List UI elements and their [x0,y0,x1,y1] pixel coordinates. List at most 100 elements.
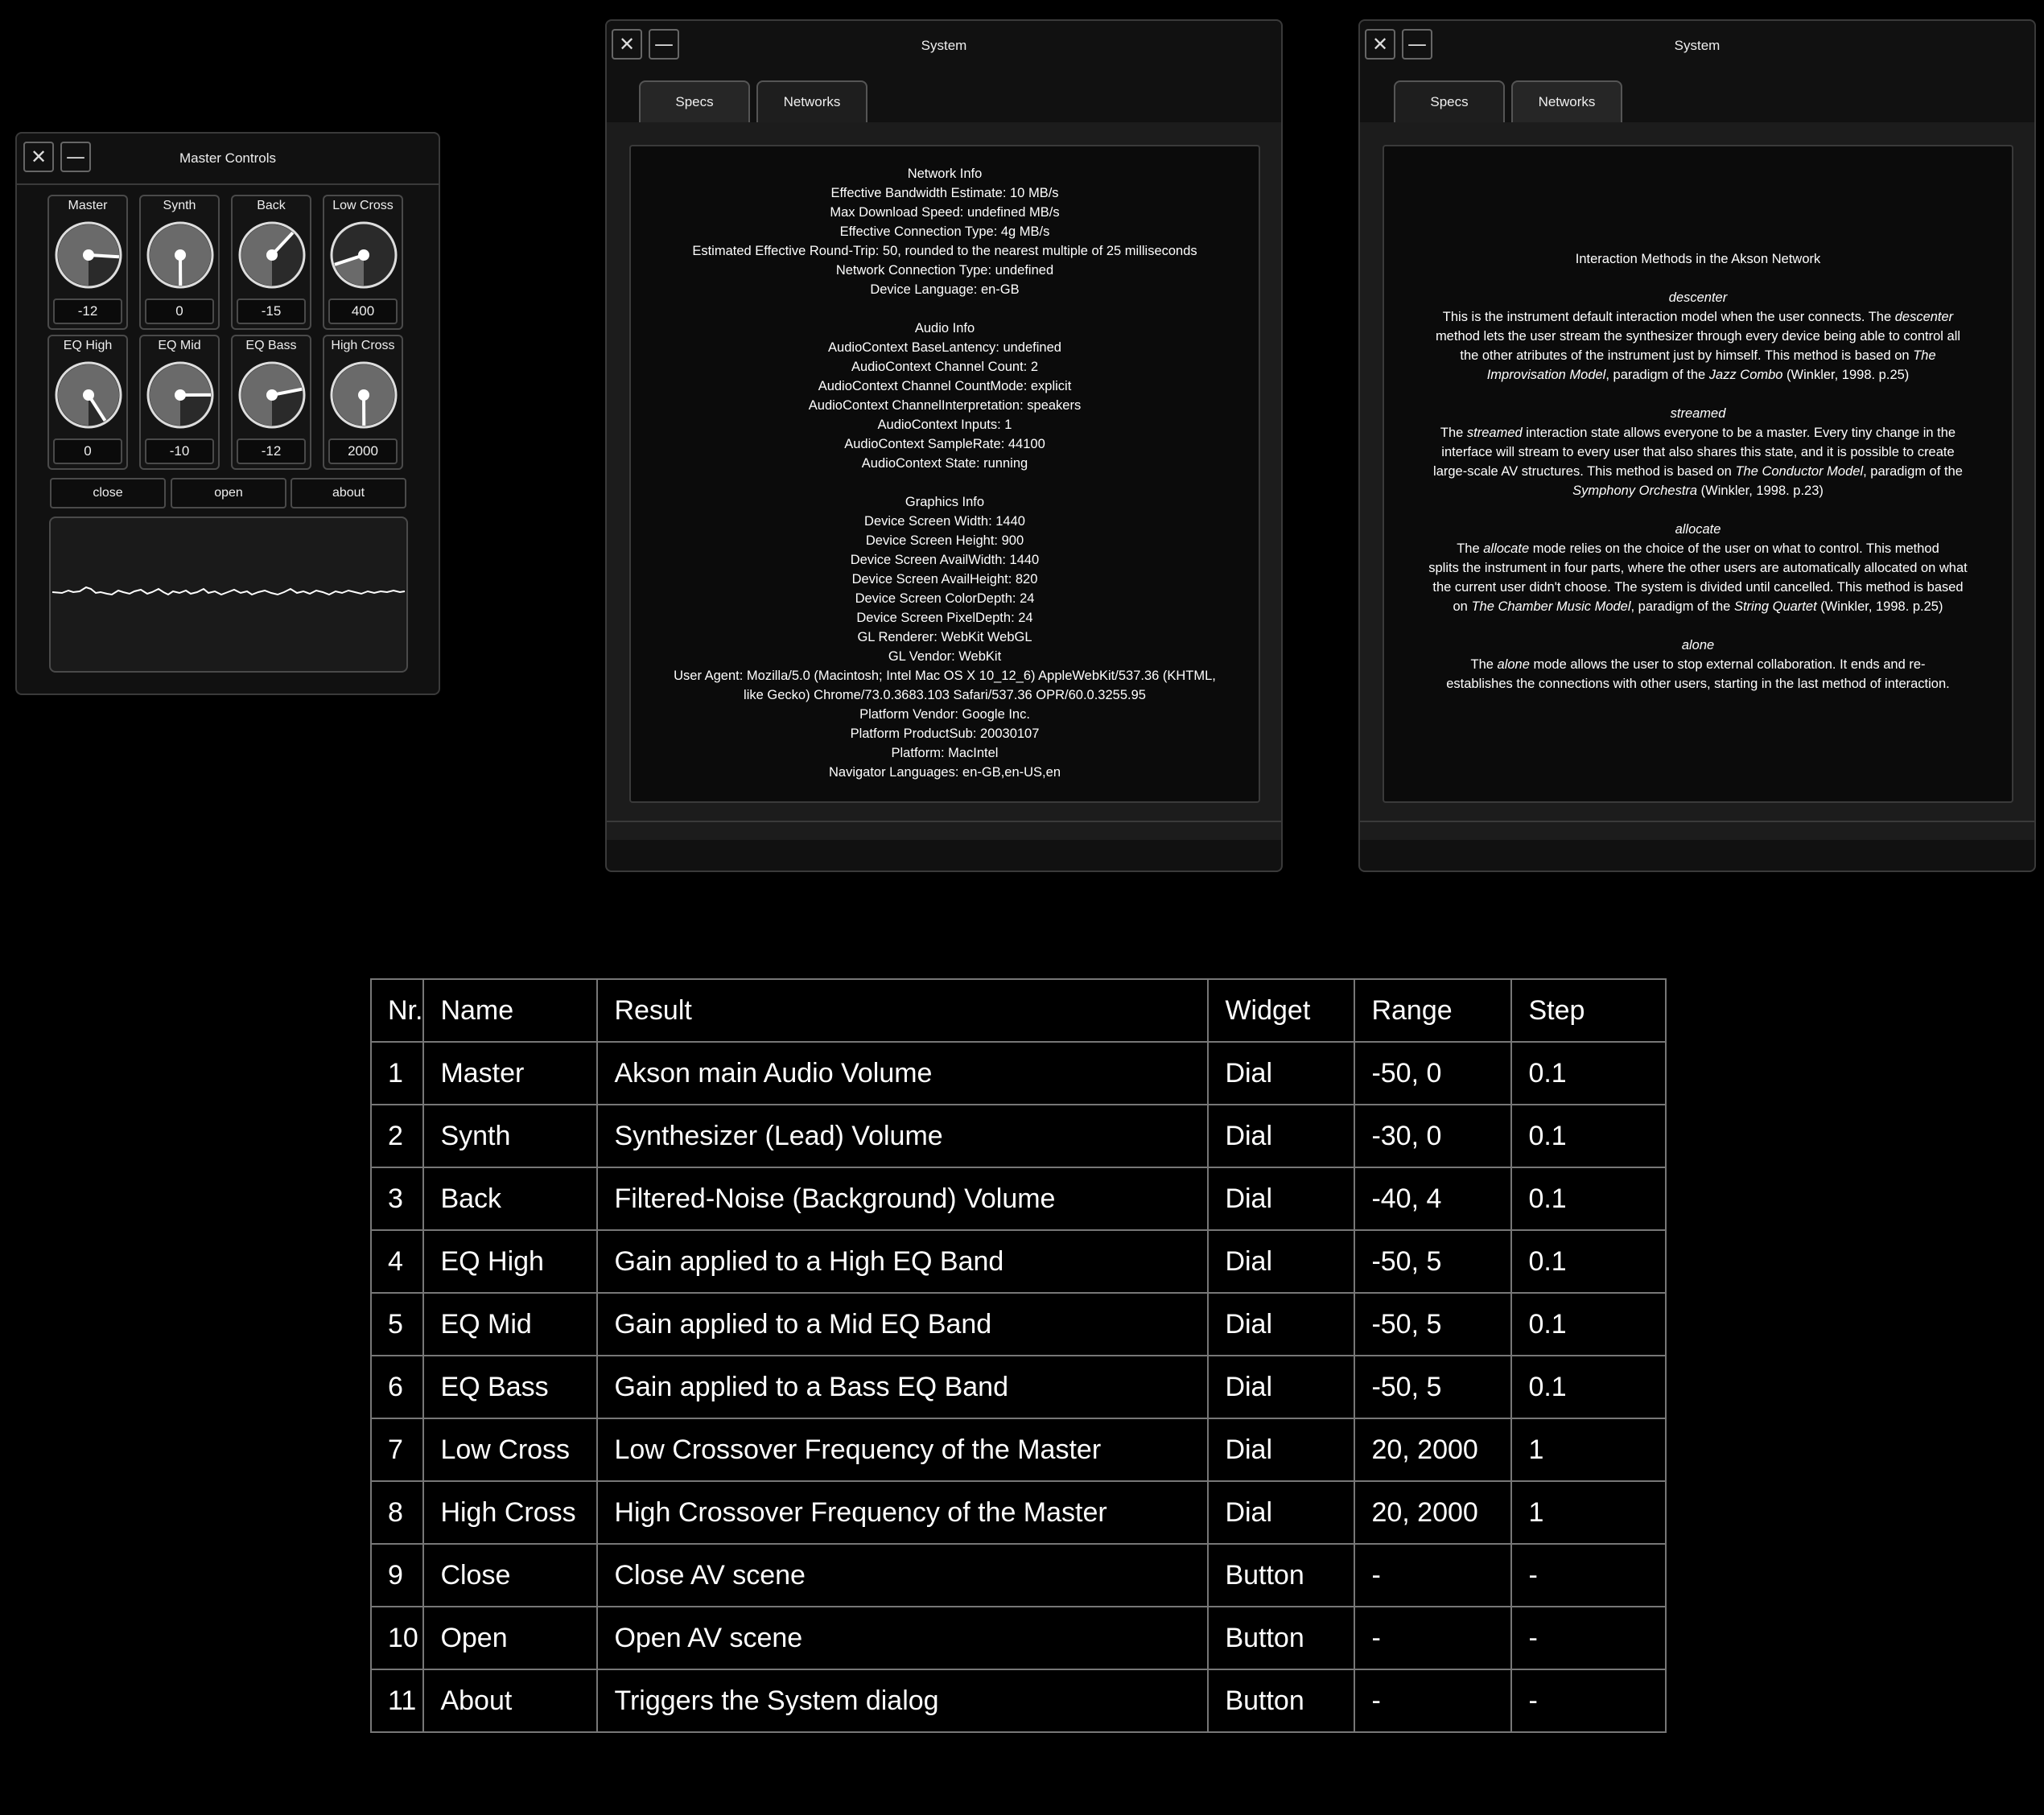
about-button[interactable]: about [291,478,406,508]
spec-line: AudioContext BaseLantency: undefined [828,340,1061,355]
table-cell: Dial [1207,1292,1356,1356]
knob-back[interactable]: Back -15 [231,195,311,330]
table-cell: 3 [369,1167,425,1231]
tab-networks[interactable]: Networks [1511,80,1622,122]
column-header: Result [596,978,1210,1043]
table-cell: 20, 2000 [1354,1418,1513,1482]
table-cell: Button [1207,1543,1356,1607]
spec-line: Platform Vendor: Google Inc. [859,707,1030,722]
table-row: 11 About Triggers the System dialog Button -… [369,1669,1667,1733]
table-cell: 0.1 [1510,1104,1667,1168]
table-row: 8 High Cross High Crossover Frequency of t… [369,1480,1667,1545]
column-header: Nr. [369,978,425,1043]
table-cell: About [422,1669,599,1733]
tab-specs[interactable]: Specs [639,80,750,122]
table-cell: Gain applied to a Bass EQ Band [596,1355,1210,1419]
knob-value[interactable]: 400 [328,298,398,324]
tab-specs[interactable]: Specs [1394,80,1505,122]
method-line: large-scale AV structures. This method i… [1433,464,1963,479]
waveform-scope [49,517,408,673]
table-cell: -40, 4 [1354,1167,1513,1231]
knob-value[interactable]: 0 [53,438,122,464]
spec-line: Platform ProductSub: 20030107 [850,726,1040,741]
dial-center [266,249,278,261]
table-cell: Open [422,1606,599,1670]
dial-icon[interactable] [329,358,398,430]
knob-synth[interactable]: Synth 0 [139,195,220,330]
table-cell: 0.1 [1510,1041,1667,1105]
panel-area: Network Info Effective Bandwidth Estimate… [607,122,1281,840]
table-cell: 0.1 [1510,1292,1667,1356]
knob-value[interactable]: -15 [237,298,306,324]
spec-line: Network Connection Type: undefined [835,263,1054,278]
table-cell: 9 [369,1543,425,1607]
specs-panel: Network Info Effective Bandwidth Estimate… [629,145,1260,803]
dial-icon[interactable] [237,358,307,430]
method-line: the current user didn't choose. The syst… [1432,580,1964,595]
dial-icon[interactable] [329,218,398,290]
spec-line: Device Screen Width: 1440 [864,514,1025,529]
title-bar: ✕ — Master Controls [17,134,439,185]
table-cell: 6 [369,1355,425,1419]
table-cell: Filtered-Noise (Background) Volume [596,1167,1210,1231]
table-cell: Master [422,1041,599,1105]
table-cell: - [1354,1669,1513,1733]
spec-line: Device Language: en-GB [870,282,1020,297]
knob-label: Low Cross [332,199,394,212]
knob-value[interactable]: 0 [145,298,214,324]
method-name: streamed [1670,406,1726,421]
master-controls-window: ✕ — Master Controls Master -12 Synth 0 Back -… [15,132,440,695]
table-cell: Low Crossover Frequency of the Master [596,1418,1210,1482]
table-cell: - [1510,1543,1667,1607]
open-button[interactable]: open [171,478,286,508]
knob-high-cross[interactable]: High Cross 2000 [323,335,403,470]
knob-low-cross[interactable]: Low Cross 400 [323,195,403,330]
footer-divider [1360,821,2034,822]
table-cell: 8 [369,1480,425,1545]
method-line: establishes the connections with other u… [1446,677,1950,691]
knob-value[interactable]: -12 [53,298,122,324]
close-button[interactable]: close [50,478,166,508]
spec-line: Device Screen AvailHeight: 820 [851,572,1038,586]
table-cell: 10 [369,1606,425,1670]
table-row: 5 EQ Mid Gain applied to a Mid EQ Band Dial… [369,1292,1667,1356]
knob-eq-bass[interactable]: EQ Bass -12 [231,335,311,470]
spec-line: Estimated Effective Round-Trip: 50, roun… [692,244,1197,258]
dial-center [358,249,369,261]
dial-icon[interactable] [54,218,123,290]
spec-line: AudioContext Inputs: 1 [877,418,1012,432]
table-body: 1 Master Akson main Audio Volume Dial -50, 0… [369,1041,1667,1733]
knob-label: EQ High [63,339,113,352]
dial-icon[interactable] [237,218,307,290]
knob-eq-mid[interactable]: EQ Mid -10 [139,335,220,470]
title-bar: ✕ — System [607,21,1281,72]
column-header: Step [1510,978,1667,1043]
table-cell: 1 [1510,1480,1667,1545]
knob-eq-high[interactable]: EQ High 0 [47,335,128,470]
knob-value[interactable]: 2000 [328,438,398,464]
method-name: alone [1681,638,1715,652]
table-cell: Synthesizer (Lead) Volume [596,1104,1210,1168]
method-line: the other atributes of the instrument ju… [1460,348,1936,363]
dial-icon[interactable] [54,358,123,430]
dial-icon[interactable] [146,358,215,430]
table-cell: Dial [1207,1167,1356,1231]
spec-line: AudioContext Channel CountMode: explicit [818,379,1072,393]
knob-master[interactable]: Master -12 [47,195,128,330]
table-cell: High Cross [422,1480,599,1545]
system-networks-window: ✕ — System Specs Networks Interaction Me… [1358,19,2036,872]
knob-value[interactable]: -12 [237,438,306,464]
table-cell: 1 [1510,1418,1667,1482]
spec-line [639,299,1251,319]
table-cell: - [1510,1669,1667,1733]
table-cell: Close [422,1543,599,1607]
table-cell: Dial [1207,1229,1356,1294]
knob-value[interactable]: -10 [145,438,214,464]
spec-line: AudioContext Channel Count: 2 [851,360,1039,374]
table-cell: 0.1 [1510,1355,1667,1419]
method-line: method lets the user stream the synthesi… [1435,329,1961,344]
tab-networks[interactable]: Networks [756,80,867,122]
table-cell: -30, 0 [1354,1104,1513,1168]
dial-icon[interactable] [146,218,215,290]
table-cell: -50, 5 [1354,1229,1513,1294]
